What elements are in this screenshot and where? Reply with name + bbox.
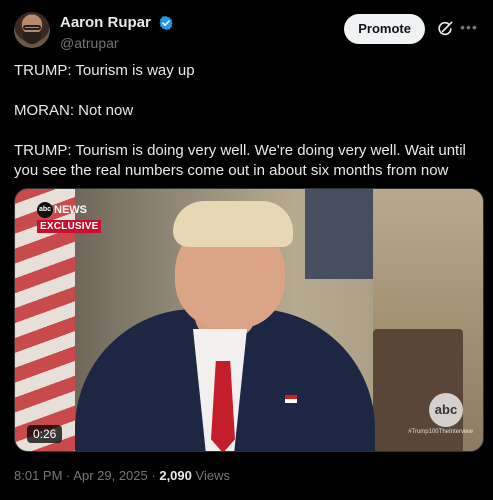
avatar-beard bbox=[23, 32, 41, 44]
subject-hair bbox=[173, 201, 293, 247]
post-paragraph: MORAN: Not now bbox=[14, 102, 134, 119]
post-paragraph: TRUMP: Tourism is way up bbox=[14, 62, 195, 79]
grok-icon[interactable] bbox=[435, 19, 455, 39]
abc-watermark: abc bbox=[429, 393, 463, 427]
post-date[interactable]: Apr 29, 2025 bbox=[73, 468, 147, 483]
promote-button[interactable]: Promote bbox=[344, 14, 425, 44]
views-label: Views bbox=[195, 468, 230, 483]
more-icon[interactable]: ••• bbox=[459, 18, 479, 38]
author-handle[interactable]: @atrupar bbox=[60, 35, 174, 51]
meta-separator: · bbox=[151, 468, 156, 483]
author-info: Aaron Rupar @atrupar bbox=[60, 14, 174, 51]
video-player[interactable]: abc NEWS EXCLUSIVE abc #Trump100TheInterv… bbox=[14, 188, 484, 452]
views-count: 2,090 bbox=[159, 468, 192, 483]
abc-news-logo: abc NEWS EXCLUSIVE bbox=[37, 201, 102, 233]
video-duration: 0:26 bbox=[27, 425, 63, 443]
post-meta: 8:01 PM · Apr 29, 2025 · 2,090 Views bbox=[14, 468, 230, 483]
verified-badge-icon bbox=[159, 15, 173, 30]
background-window bbox=[305, 189, 380, 279]
flag-pin bbox=[285, 395, 297, 403]
post-time[interactable]: 8:01 PM bbox=[14, 468, 62, 483]
news-word: NEWS bbox=[54, 203, 87, 216]
author-display-name[interactable]: Aaron Rupar bbox=[60, 14, 151, 31]
meta-separator: · bbox=[66, 468, 71, 483]
exclusive-banner: EXCLUSIVE bbox=[37, 220, 102, 233]
post-paragraph: TRUMP: Tourism is doing very well. We're… bbox=[14, 142, 466, 179]
avatar-glasses bbox=[23, 25, 41, 30]
post-header: Aaron Rupar @atrupar Promote ••• bbox=[14, 12, 479, 52]
post: Aaron Rupar @atrupar Promote ••• TRUMP: … bbox=[0, 0, 493, 500]
avatar[interactable] bbox=[14, 12, 50, 48]
abc-logo-icon: abc bbox=[37, 201, 53, 218]
video-hashtag: #Trump100TheInterview bbox=[408, 429, 473, 435]
post-text: TRUMP: Tourism is way up MORAN: Not now … bbox=[14, 61, 484, 181]
